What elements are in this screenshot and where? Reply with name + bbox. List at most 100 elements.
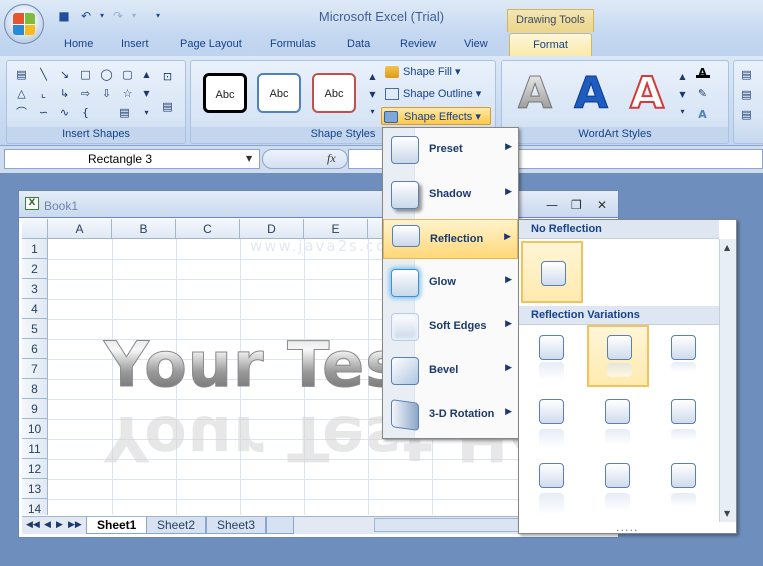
gallery-resize-grip[interactable]: ..... xyxy=(616,521,638,534)
sheet-tab-sheet1[interactable]: Sheet1 xyxy=(86,517,148,534)
shape-style-black[interactable]: Abc xyxy=(203,73,247,113)
curve-shape-icon[interactable]: ⌒ xyxy=(15,107,28,118)
wordart-style-silver[interactable]: A xyxy=(512,70,558,117)
wordart-up-icon[interactable]: ▲ xyxy=(676,71,689,82)
first-sheet-icon[interactable]: ◀◀ xyxy=(26,520,40,530)
tab-review[interactable]: Review xyxy=(400,38,436,50)
reflection-variation-8[interactable] xyxy=(587,459,649,521)
column-header-d[interactable]: D xyxy=(240,219,304,239)
styles-up-icon[interactable]: ▲ xyxy=(366,71,379,82)
insert-sheet-icon[interactable] xyxy=(266,517,294,534)
select-all-corner[interactable] xyxy=(22,219,48,239)
tab-home[interactable]: Home xyxy=(64,38,93,50)
row-header-1[interactable]: 1 xyxy=(22,239,48,259)
next-sheet-icon[interactable]: ▶ xyxy=(56,520,63,530)
gallery-scrollbar[interactable]: ▲ ▼ xyxy=(719,239,736,522)
edit-shape-icon[interactable]: ⊡ xyxy=(161,71,174,82)
shape-outline-button[interactable]: Shape Outline ▾ xyxy=(383,85,481,103)
wordart-style-blue[interactable]: A xyxy=(568,70,614,117)
restore-icon[interactable]: ❐ xyxy=(571,198,582,212)
shape-fill-button[interactable]: Shape Fill ▾ xyxy=(383,63,461,81)
last-sheet-icon[interactable]: ▶▶ xyxy=(68,520,82,530)
menu-item-bevel[interactable]: Bevel ▶ xyxy=(383,351,518,391)
row-header-5[interactable]: 5 xyxy=(22,319,48,339)
reflection-variation-2[interactable] xyxy=(587,325,649,387)
row-header-3[interactable]: 3 xyxy=(22,279,48,299)
text-outline-icon[interactable]: ✎ xyxy=(696,88,709,99)
rounded-rect-shape-icon[interactable]: ▢ xyxy=(121,69,134,80)
row-header-11[interactable]: 11 xyxy=(22,439,48,459)
triangle-shape-icon[interactable]: △ xyxy=(15,88,28,99)
menu-item-soft-edges[interactable]: Soft Edges ▶ xyxy=(383,307,518,347)
reflection-variation-6[interactable] xyxy=(653,393,715,455)
arrow-line-shape-icon[interactable]: ↘ xyxy=(58,69,71,80)
minimize-icon[interactable]: — xyxy=(546,198,558,212)
scroll-up-icon[interactable]: ▲ xyxy=(724,243,730,252)
row-header-10[interactable]: 10 xyxy=(22,419,48,439)
menu-item-preset[interactable]: Preset ▶ xyxy=(383,130,518,170)
close-icon[interactable]: ✕ xyxy=(597,198,607,212)
gallery-more-icon[interactable]: ▾ xyxy=(140,107,153,118)
row-header-4[interactable]: 4 xyxy=(22,299,48,319)
reflection-variation-7[interactable] xyxy=(521,459,583,521)
row-header-8[interactable]: 8 xyxy=(22,379,48,399)
elbow-arrow-icon[interactable]: ↳ xyxy=(58,88,71,99)
column-header-c[interactable]: C xyxy=(176,219,240,239)
textbox-insert-icon[interactable]: ▤ xyxy=(118,107,131,118)
curved-connector-icon[interactable]: ∽ xyxy=(37,107,50,118)
tab-page-layout[interactable]: Page Layout xyxy=(180,38,242,50)
prev-sheet-icon[interactable]: ◀ xyxy=(44,520,51,530)
menu-item-shadow[interactable]: Shadow ▶ xyxy=(383,175,518,215)
row-header-2[interactable]: 2 xyxy=(22,259,48,279)
tab-view[interactable]: View xyxy=(464,38,488,50)
reflection-variation-4[interactable] xyxy=(521,393,583,455)
bring-front-icon[interactable]: ▤ xyxy=(740,69,753,80)
selection-pane-icon[interactable]: ▤ xyxy=(740,109,753,120)
textbox-icon[interactable]: ▤ xyxy=(161,101,174,112)
wordart-down-icon[interactable]: ▼ xyxy=(676,89,689,100)
reflection-variation-3[interactable] xyxy=(653,327,715,389)
textbox-shape-icon[interactable]: ▤ xyxy=(15,69,28,80)
row-header-6[interactable]: 6 xyxy=(22,339,48,359)
column-header-a[interactable]: A xyxy=(48,219,112,239)
styles-down-icon[interactable]: ▼ xyxy=(366,89,379,100)
insert-function-button[interactable]: fx xyxy=(327,151,336,166)
column-header-e[interactable]: E xyxy=(304,219,368,239)
right-arrow-shape-icon[interactable]: ⇨ xyxy=(79,88,92,99)
tab-format[interactable]: Format xyxy=(509,33,592,57)
menu-item-3d-rotation[interactable]: 3-D Rotation ▶ xyxy=(383,395,518,435)
column-header-b[interactable]: B xyxy=(112,219,176,239)
gallery-down-icon[interactable]: ▼ xyxy=(140,88,153,99)
tab-formulas[interactable]: Formulas xyxy=(270,38,316,50)
shape-effects-button[interactable]: Shape Effects ▾ xyxy=(381,107,491,125)
reflection-option-none[interactable] xyxy=(521,241,583,303)
send-back-icon[interactable]: ▤ xyxy=(740,89,753,100)
freeform-shape-icon[interactable]: ∿ xyxy=(58,107,71,118)
row-header-13[interactable]: 13 xyxy=(22,479,48,499)
shape-style-blue[interactable]: Abc xyxy=(257,73,301,113)
oval-shape-icon[interactable]: ◯ xyxy=(100,69,113,80)
styles-more-icon[interactable]: ▾ xyxy=(366,106,379,117)
scroll-down-icon[interactable]: ▼ xyxy=(724,509,730,518)
gallery-up-icon[interactable]: ▲ xyxy=(140,69,153,80)
line-shape-icon[interactable]: ╲ xyxy=(37,69,50,80)
sheet-tab-sheet3[interactable]: Sheet3 xyxy=(206,517,267,534)
elbow-connector-icon[interactable]: ⌞ xyxy=(37,88,50,99)
rectangle-shape-icon[interactable]: □ xyxy=(79,69,92,80)
reflection-variation-9[interactable] xyxy=(653,459,715,521)
office-button[interactable] xyxy=(4,4,44,44)
tab-insert[interactable]: Insert xyxy=(121,38,149,50)
wordart-style-red-outline[interactable]: A xyxy=(624,70,670,118)
horizontal-scrollbar[interactable] xyxy=(374,518,520,532)
name-box-dropdown-icon[interactable]: ▼ xyxy=(246,154,252,163)
row-header-7[interactable]: 7 xyxy=(22,359,48,379)
sheet-tab-sheet2[interactable]: Sheet2 xyxy=(146,517,207,534)
brace-shape-icon[interactable]: { xyxy=(79,107,92,118)
tab-data[interactable]: Data xyxy=(347,38,370,50)
name-box[interactable]: Rectangle 3 xyxy=(4,149,260,169)
shape-style-red[interactable]: Abc xyxy=(312,73,356,113)
text-effects-icon[interactable]: A xyxy=(696,109,709,120)
row-header-12[interactable]: 12 xyxy=(22,459,48,479)
wordart-more-icon[interactable]: ▾ xyxy=(676,106,689,117)
row-header-14[interactable]: 14 xyxy=(22,499,48,515)
